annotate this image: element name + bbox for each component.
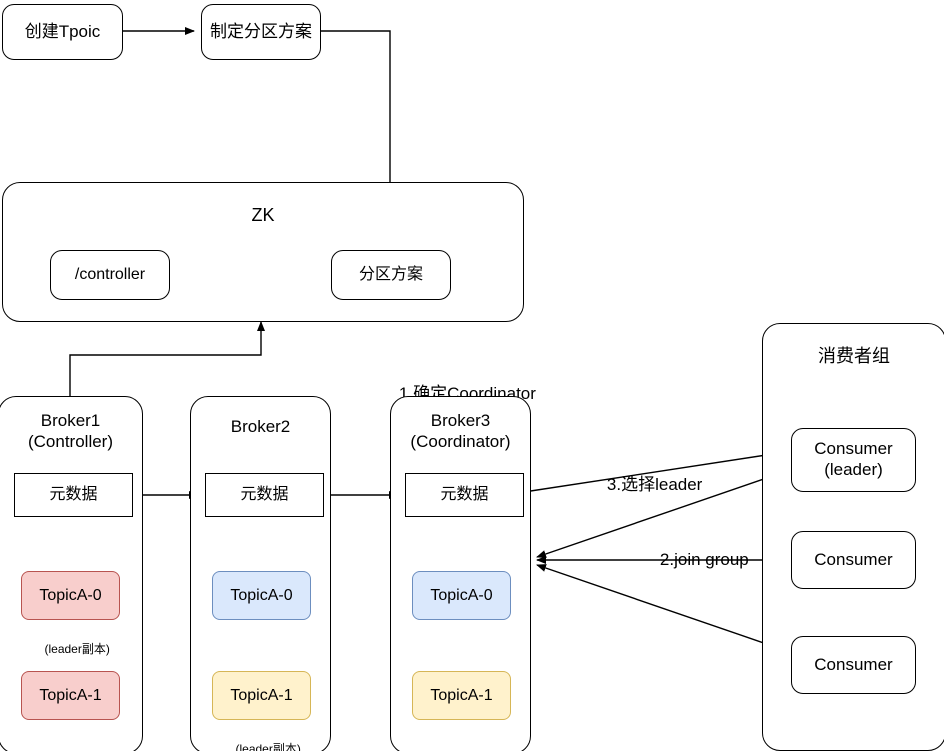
edge-label-step3: 3.选择leader [588, 450, 702, 515]
node-broker3-label: Broker3 (Coordinator) [410, 411, 511, 451]
node-broker3-topica-1[interactable]: TopicA-1 [412, 671, 511, 720]
node-broker1-metadata-label: 元数据 [49, 486, 98, 504]
node-consumer-leader-label: Consumer (leader) [814, 439, 893, 479]
node-broker3-metadata[interactable]: 元数据 [405, 473, 524, 517]
edge-label-step3-text: 3.选择leader [606, 475, 703, 494]
diagram-canvas: 创建Tpoic 制定分区方案 ZK /controller 分区方案 1.确定C… [0, 0, 944, 751]
node-broker3-metadata-label: 元数据 [440, 486, 489, 504]
node-zk-controller-label: /controller [74, 266, 146, 284]
node-zk-controller[interactable]: /controller [50, 250, 170, 300]
node-broker2-metadata-label: 元数据 [240, 486, 289, 504]
node-zk-label: ZK [251, 205, 275, 225]
node-create-topic-label: 创建Tpoic [24, 21, 101, 41]
node-consumer-2-label: Consumer [814, 549, 893, 569]
node-broker2-label: Broker2 [230, 417, 291, 436]
node-zk-partition-plan-label: 分区方案 [358, 266, 423, 284]
node-consumer-group-label: 消费者组 [818, 346, 890, 366]
caption-broker1-leader-replica-text: (leader副本) [44, 642, 110, 656]
node-broker3-topica-1-label: TopicA-1 [430, 686, 493, 704]
node-broker1-topica-1[interactable]: TopicA-1 [21, 671, 120, 720]
node-broker2-topica-1-label: TopicA-1 [230, 686, 293, 704]
node-zk-partition-plan[interactable]: 分区方案 [331, 250, 451, 300]
node-make-partition-plan-label: 制定分区方案 [210, 21, 312, 41]
node-make-partition-plan[interactable]: 制定分区方案 [201, 4, 321, 60]
node-broker2-topica-1[interactable]: TopicA-1 [212, 671, 311, 720]
node-consumer-3-label: Consumer [814, 654, 893, 674]
node-consumer-3[interactable]: Consumer [791, 636, 916, 694]
edge-label-step2: 2.join group [641, 530, 749, 590]
node-consumer-2[interactable]: Consumer [791, 531, 916, 589]
caption-broker1-leader-replica: (leader副本) [21, 626, 120, 671]
edge-broker1-to-zk [69, 321, 265, 396]
node-broker3-topica-0[interactable]: TopicA-0 [412, 571, 511, 620]
node-broker2-topica-0[interactable]: TopicA-0 [212, 571, 311, 620]
node-broker2-metadata[interactable]: 元数据 [205, 473, 324, 517]
node-broker3-topica-0-label: TopicA-0 [430, 586, 493, 604]
node-broker1-topica-0[interactable]: TopicA-0 [21, 571, 120, 620]
node-create-topic[interactable]: 创建Tpoic [2, 4, 123, 60]
node-consumer-leader[interactable]: Consumer (leader) [791, 428, 916, 492]
node-broker1-metadata[interactable]: 元数据 [14, 473, 133, 517]
node-broker1-topica-0-label: TopicA-0 [39, 586, 102, 604]
caption-broker2-leader-replica: (leader副本) [212, 726, 311, 751]
node-broker1-label: Broker1 (Controller) [27, 411, 114, 451]
node-broker1-topica-1-label: TopicA-1 [39, 686, 102, 704]
edge-label-step2-text: 2.join group [659, 550, 749, 569]
node-broker2-topica-0-label: TopicA-0 [230, 586, 293, 604]
caption-broker2-leader-replica-text: (leader副本) [235, 742, 301, 751]
